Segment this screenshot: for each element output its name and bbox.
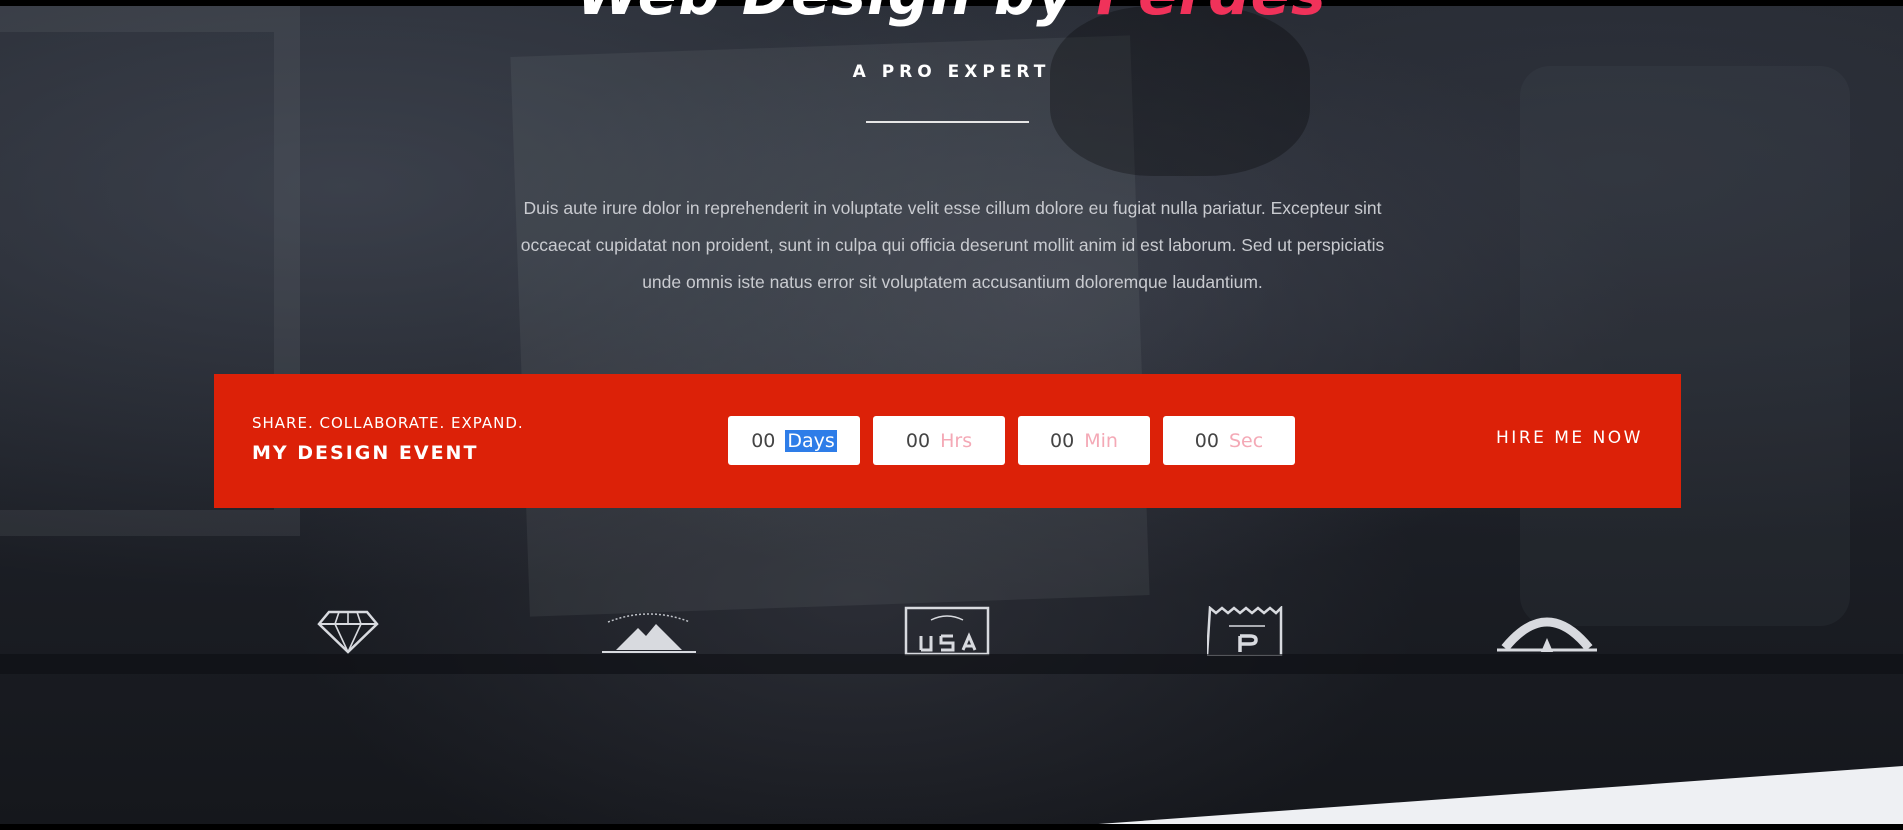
background-shadow [1050, 6, 1310, 176]
countdown-timer: 00 Days 00 Hrs 00 Min 00 Sec [728, 416, 1295, 465]
countdown-seconds-label: Sec [1228, 429, 1264, 452]
background-object [1520, 66, 1850, 626]
countdown-seconds: 00 Sec [1163, 416, 1295, 465]
countdown-hours: 00 Hrs [873, 416, 1005, 465]
countdown-hours-value: 00 [905, 429, 931, 452]
hero-headline: Web Design by Perdes [0, 0, 1903, 28]
description-line: occaecat cupidatat non proident, sunt in… [520, 235, 1385, 255]
event-tagline: SHARE. COLLABORATE. EXPAND. [252, 414, 524, 432]
subtitle-divider [866, 121, 1029, 123]
countdown-minutes: 00 Min [1018, 416, 1150, 465]
countdown-minutes-value: 00 [1050, 429, 1075, 452]
hero-subtitle: A PRO EXPERT [852, 62, 1051, 82]
usa-badge-logo-icon[interactable] [903, 606, 991, 656]
hero-description: Duis aute irure dolor in reprehenderit i… [460, 190, 1445, 301]
countdown-days: 00 Days [728, 416, 860, 465]
event-name: MY DESIGN EVENT [252, 442, 479, 464]
hire-me-button[interactable]: HIRE ME NOW [1496, 428, 1643, 448]
diamond-logo-icon[interactable] [315, 606, 381, 656]
logo-strip-shadow [0, 654, 1903, 674]
client-logos [0, 606, 1903, 656]
countdown-minutes-label: Min [1084, 429, 1118, 452]
countdown-hours-label: Hrs [940, 429, 973, 452]
event-banner: SHARE. COLLABORATE. EXPAND. MY DESIGN EV… [214, 374, 1681, 508]
headline-prefix: Web Design by [577, 0, 1097, 28]
countdown-days-value: 00 [751, 429, 776, 452]
headline-accent: Perdes [1096, 0, 1326, 28]
mountain-badge-logo-icon[interactable] [594, 606, 704, 656]
b-badge-logo-icon[interactable] [1207, 606, 1287, 656]
bottom-edge [0, 824, 1903, 830]
arch-a-logo-icon[interactable] [1495, 606, 1599, 656]
description-line: unde omnis iste natus error sit voluptat… [642, 272, 1263, 292]
countdown-days-label[interactable]: Days [785, 429, 837, 452]
description-line: Duis aute irure dolor in reprehenderit i… [523, 198, 1382, 218]
countdown-seconds-value: 00 [1194, 429, 1219, 452]
